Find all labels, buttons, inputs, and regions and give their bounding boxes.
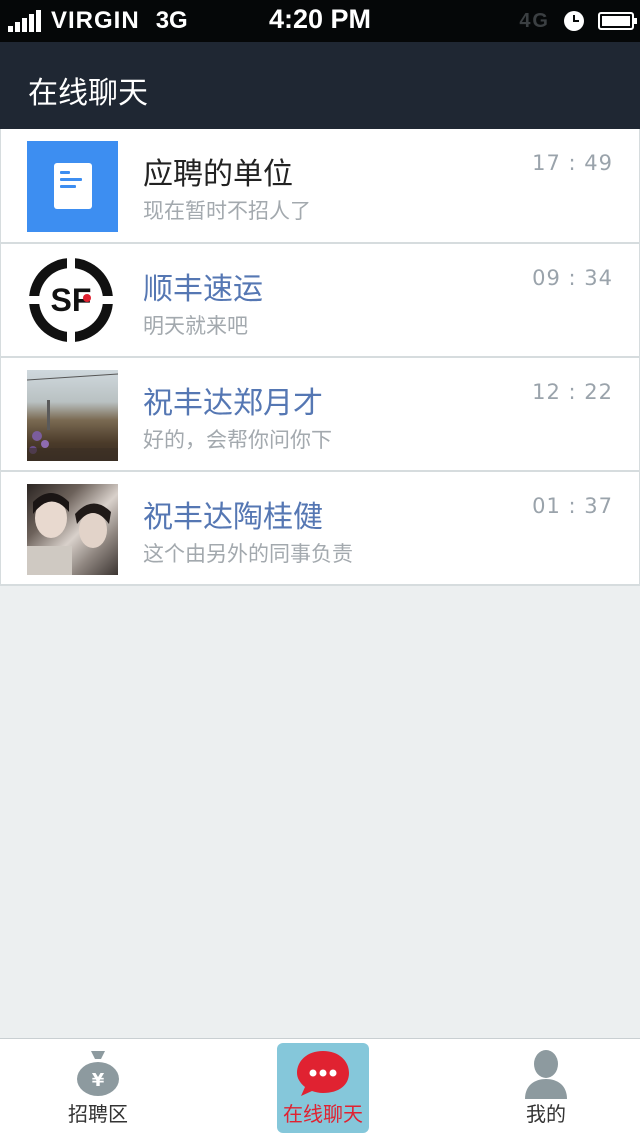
status-right: 4G <box>519 6 637 36</box>
chat-time: 12 : 22 <box>532 380 613 404</box>
chat-time: 09 : 34 <box>532 266 613 290</box>
tab-recruit[interactable]: ¥ 招聘区 <box>52 1043 144 1133</box>
photo-avatar <box>27 370 118 461</box>
chat-message: 这个由另外的同事负责 <box>143 542 353 566</box>
battery-icon <box>598 12 637 30</box>
chat-message: 好的，会帮你问你下 <box>143 428 332 452</box>
chat-name: 应聘的单位 <box>143 157 293 192</box>
status-bar: VIRGIN 3G 4:20 PM 4G <box>0 0 640 42</box>
ghost-network-text: 4G <box>519 9 550 32</box>
chat-row-tao[interactable]: 祝丰达陶桂健 这个由另外的同事负责 01 : 37 <box>0 472 640 586</box>
sf-logo: SF <box>27 256 118 347</box>
photo-avatar <box>27 484 118 575</box>
tab-online-chat[interactable]: 在线聊天 <box>277 1043 369 1133</box>
chat-name: 祝丰达陶桂健 <box>143 500 323 535</box>
tab-label: 招聘区 <box>68 1102 128 1126</box>
title-bar: 在线聊天 <box>0 42 640 129</box>
svg-text:¥: ¥ <box>92 1070 105 1091</box>
chat-row-sf-express[interactable]: SF 顺丰速运 明天就来吧 09 : 34 <box>0 244 640 358</box>
tab-label: 在线聊天 <box>283 1102 363 1126</box>
chat-bubble-icon <box>297 1051 349 1096</box>
chat-message: 明天就来吧 <box>143 314 248 338</box>
chat-name: 祝丰达郑月才 <box>143 386 323 421</box>
chat-time: 17 : 49 <box>532 151 613 175</box>
money-bag-icon: ¥ <box>77 1051 119 1096</box>
chat-time: 01 : 37 <box>532 494 613 518</box>
tab-mine[interactable]: 我的 <box>500 1043 592 1133</box>
page-title: 在线聊天 <box>28 76 148 111</box>
chat-list: 应聘的单位 现在暂时不招人了 17 : 49 SF 顺丰速运 明天就来吧 09 … <box>0 129 640 586</box>
chat-row-company[interactable]: 应聘的单位 现在暂时不招人了 17 : 49 <box>0 129 640 244</box>
person-icon <box>525 1050 567 1099</box>
tab-bar: ¥ 招聘区 在线聊天 我的 <box>0 1038 640 1136</box>
tab-label: 我的 <box>526 1102 566 1126</box>
chat-message: 现在暂时不招人了 <box>143 199 311 223</box>
chat-name: 顺丰速运 <box>143 272 263 307</box>
alarm-clock-icon <box>564 11 584 31</box>
chat-row-zheng[interactable]: 祝丰达郑月才 好的，会帮你问你下 12 : 22 <box>0 358 640 472</box>
document-icon <box>27 141 118 232</box>
